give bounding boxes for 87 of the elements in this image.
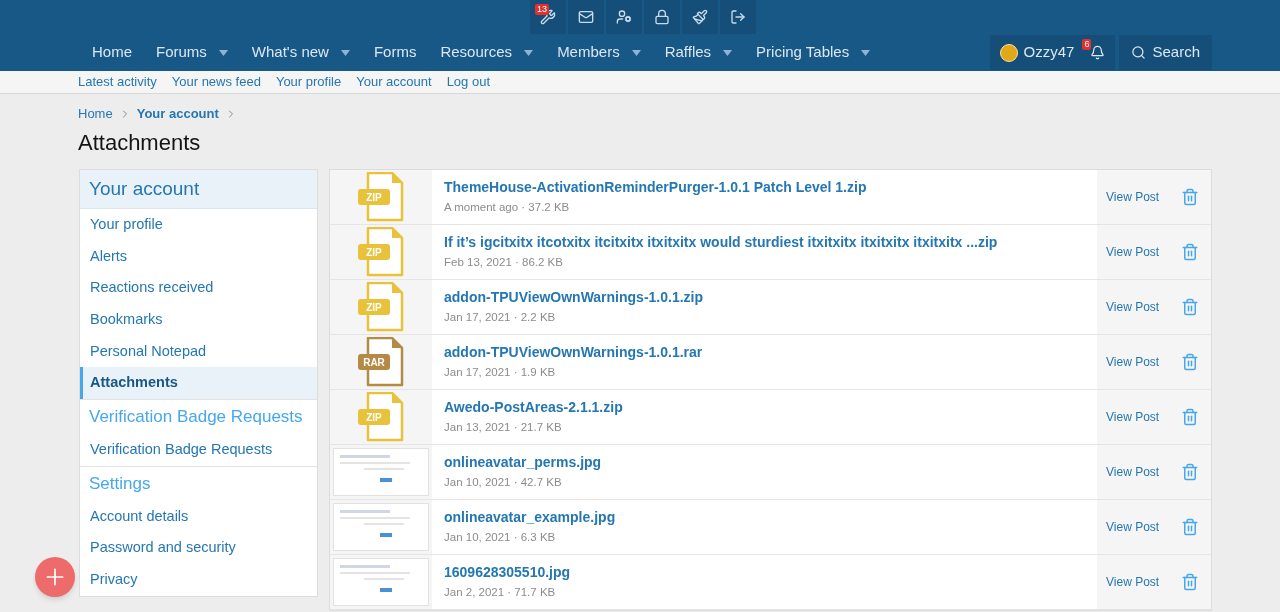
attachment-name[interactable]: ThemeHouse-ActivationReminderPurger-1.0.1 Patch Level 1.zip <box>444 177 1097 198</box>
breadcrumb-link[interactable]: Home <box>78 104 113 124</box>
delete-icon[interactable] <box>1181 298 1200 316</box>
view-post-link[interactable]: View Post <box>1106 573 1160 591</box>
attachment-name[interactable]: Awedo-PostAreas-2.1.1.zip <box>444 397 1097 418</box>
attachment-meta: Feb 13, 2021 · 86.2 KB <box>444 255 564 270</box>
paintbrush-icon <box>692 9 708 25</box>
sidebar-heading: Your account <box>80 170 317 209</box>
view-post-link[interactable]: View Post <box>1106 353 1160 371</box>
add-button[interactable] <box>35 557 75 597</box>
notification-badge: 13 <box>535 4 549 15</box>
nav-tab[interactable]: Members <box>545 41 653 64</box>
toolbar-button[interactable] <box>682 0 718 34</box>
nav-tab[interactable]: Home <box>80 41 144 64</box>
delete-icon[interactable] <box>1181 518 1200 536</box>
delete-icon[interactable] <box>1181 188 1200 206</box>
user-menu[interactable]: Ozzy47 6 <box>989 35 1116 70</box>
attachment-meta: Jan 17, 2021 · 2.2 KB <box>444 310 557 325</box>
sidebar-item[interactable]: Verification Badge Requests <box>80 434 317 466</box>
delete-icon[interactable] <box>1181 353 1200 371</box>
sidebar-item[interactable]: Your profile <box>80 209 317 241</box>
caret-icon <box>218 49 228 56</box>
view-post-link[interactable]: View Post <box>1106 518 1160 536</box>
attachment-meta: Jan 10, 2021 · 6.3 KB <box>444 530 557 545</box>
view-post-link[interactable]: View Post <box>1106 243 1160 261</box>
sub-nav-link[interactable]: Latest activity <box>78 72 157 92</box>
caret-icon <box>340 49 350 56</box>
user-gear-icon <box>616 9 632 25</box>
view-post-link[interactable]: View Post <box>1106 188 1160 206</box>
attachment-meta: Jan 13, 2021 · 21.7 KB <box>444 420 563 435</box>
sub-nav-link[interactable]: Your news feed <box>171 72 261 92</box>
delete-icon[interactable] <box>1181 463 1200 481</box>
attachment-name[interactable]: onlineavatar_perms.jpg <box>444 452 1097 473</box>
nav-tab[interactable]: Raffles <box>652 41 745 64</box>
nav-tab[interactable]: What's new <box>239 41 362 64</box>
sidebar-item[interactable]: Privacy <box>80 564 317 596</box>
search-button[interactable]: Search <box>1119 35 1212 70</box>
attachment-name[interactable]: If it’s igcitxitx itcotxitx itcitxitx itxitxitx would sturdiest itxitxitx itxitxitx itxitxitx ...zip <box>444 232 1097 253</box>
notification-badge: 6 <box>1082 39 1092 50</box>
attachment-name[interactable]: 1609628305510.jpg <box>444 562 1097 583</box>
nav-tab[interactable]: Forms <box>361 41 429 64</box>
view-post-link[interactable]: View Post <box>1106 298 1160 316</box>
username[interactable]: Ozzy47 <box>1023 41 1075 64</box>
caret-icon <box>631 49 641 56</box>
toolbar-button[interactable] <box>644 0 680 34</box>
nav-tab[interactable]: Resources <box>428 41 546 64</box>
sub-nav-link[interactable]: Log out <box>446 72 490 92</box>
toolbar-button[interactable] <box>720 0 756 34</box>
nav-tab[interactable]: Forums <box>144 41 240 64</box>
sidebar-item[interactable]: Alerts <box>80 240 317 273</box>
lock-icon <box>654 9 670 25</box>
caret-icon <box>723 49 733 56</box>
logout-icon <box>730 9 746 25</box>
toolbar-button[interactable]: 13 <box>530 0 566 34</box>
toolbar-button[interactable] <box>606 0 642 34</box>
sidebar-heading: Settings <box>88 473 152 496</box>
sub-nav-link[interactable]: Your profile <box>275 72 342 92</box>
delete-icon[interactable] <box>1181 408 1200 426</box>
sidebar-item[interactable]: Reactions received <box>80 272 317 305</box>
sidebar-item[interactable]: Attachments <box>80 367 317 400</box>
page-title: Attachments <box>78 129 202 157</box>
sidebar-item[interactable]: Personal Notepad <box>80 335 317 368</box>
sidebar-heading: Verification Badge Requests <box>88 406 304 429</box>
sidebar-item[interactable]: Bookmarks <box>80 304 317 336</box>
breadcrumb-link[interactable]: Your account <box>136 104 219 124</box>
search-icon <box>1131 45 1147 60</box>
attachment-name[interactable]: onlineavatar_example.jpg <box>444 507 1097 528</box>
attachment-name[interactable]: addon-TPUViewOwnWarnings-1.0.1.rar <box>444 342 1097 363</box>
caret-icon <box>524 49 534 56</box>
delete-icon[interactable] <box>1181 243 1200 261</box>
sub-nav-link[interactable]: Your account <box>356 72 432 92</box>
toolbar-button[interactable] <box>568 0 604 34</box>
nav-tab[interactable]: Pricing Tables <box>744 41 883 64</box>
attachment-meta: A moment ago · 37.2 KB <box>444 200 571 215</box>
attachment-name[interactable]: addon-TPUViewOwnWarnings-1.0.1.zip <box>444 287 1097 308</box>
view-post-link[interactable]: View Post <box>1106 408 1160 426</box>
delete-icon[interactable] <box>1181 573 1200 591</box>
sidebar-item[interactable]: Account details <box>80 500 317 533</box>
view-post-link[interactable]: View Post <box>1106 463 1160 481</box>
attachment-meta: Jan 2, 2021 · 71.7 KB <box>444 585 557 600</box>
attachment-meta: Jan 17, 2021 · 1.9 KB <box>444 365 557 380</box>
sidebar-item[interactable]: Password and security <box>80 532 317 565</box>
bell-icon[interactable] <box>1090 45 1106 60</box>
avatar <box>999 43 1018 62</box>
attachment-meta: Jan 10, 2021 · 42.7 KB <box>444 475 563 490</box>
mail-icon <box>578 9 594 25</box>
caret-icon <box>861 49 871 56</box>
